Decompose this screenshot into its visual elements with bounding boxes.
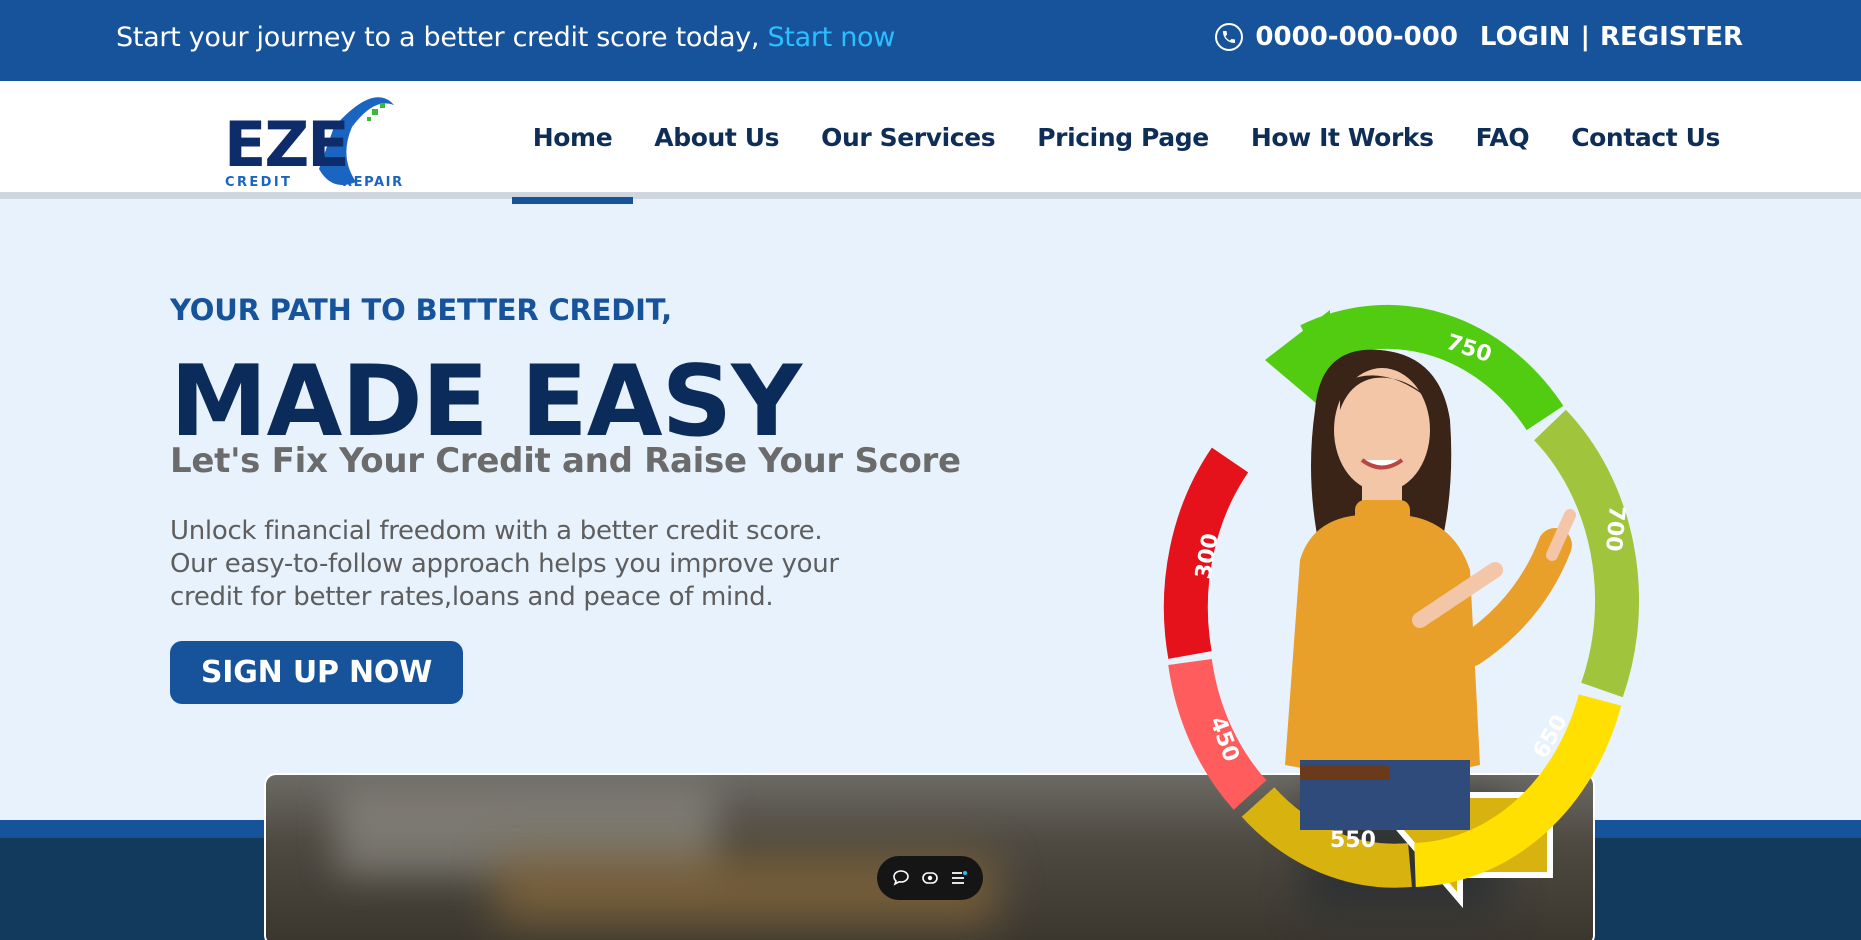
start-now-link[interactable]: Start now <box>767 22 895 53</box>
logo-repair-text: REPAIR <box>342 175 404 190</box>
sign-up-now-button[interactable]: SIGN UP NOW <box>170 641 463 704</box>
top-bar: Start your journey to a better credit sc… <box>0 0 1861 81</box>
comment-icon[interactable] <box>892 869 910 887</box>
login-register-separator: | <box>1580 22 1590 52</box>
list-icon[interactable] <box>950 869 968 887</box>
hero-description: Unlock financial freedom with a better c… <box>170 515 890 614</box>
nav-home[interactable]: Home <box>511 123 634 204</box>
gauge-label-550: 550 <box>1330 828 1376 853</box>
main-nav: Home About Us Our Services Pricing Page … <box>511 123 1741 204</box>
credit-score-gauge: 300 450 550 650 700 750 <box>1150 290 1710 930</box>
hero-description-line: Our easy-to-follow approach helps you im… <box>170 549 839 579</box>
hero-description-line: credit for better rates,loans and peace … <box>170 582 774 612</box>
gauge-graphic: 300 450 550 650 700 750 <box>1163 304 1640 909</box>
top-bar-actions: 0000-000-000 LOGIN | REGISTER <box>1215 22 1743 52</box>
logo-credit-text: CREDIT <box>225 175 292 190</box>
promo-text: Start your journey to a better credit sc… <box>116 22 760 53</box>
promo-message: Start your journey to a better credit sc… <box>116 22 895 53</box>
register-link[interactable]: REGISTER <box>1600 22 1743 52</box>
phone-icon <box>1215 23 1244 51</box>
hero-subhead: Let's Fix Your Credit and Raise Your Sco… <box>170 441 961 481</box>
nav-about-us[interactable]: About Us <box>633 123 800 152</box>
logo-wordmark: EZE <box>224 108 348 181</box>
phone-number[interactable]: 0000-000-000 <box>1255 22 1458 52</box>
nav-contact-us[interactable]: Contact Us <box>1550 123 1741 152</box>
nav-how-it-works[interactable]: How It Works <box>1230 123 1455 152</box>
eye-icon[interactable] <box>921 869 939 887</box>
eze-credit-repair-logo[interactable]: EZE CREDIT REPAIR <box>224 87 424 197</box>
floating-toolbar <box>877 856 983 900</box>
nav-faq[interactable]: FAQ <box>1455 123 1551 152</box>
nav-pricing-page[interactable]: Pricing Page <box>1016 123 1230 152</box>
nav-our-services[interactable]: Our Services <box>800 123 1016 152</box>
login-link[interactable]: LOGIN <box>1480 22 1571 52</box>
main-header: EZE CREDIT REPAIR Home About Us Our Serv… <box>0 81 1861 204</box>
hero-description-line: Unlock financial freedom with a better c… <box>170 516 823 546</box>
gauge-label-700: 700 <box>1600 504 1629 552</box>
hero-kicker: YOUR PATH TO BETTER CREDIT, <box>170 293 672 327</box>
